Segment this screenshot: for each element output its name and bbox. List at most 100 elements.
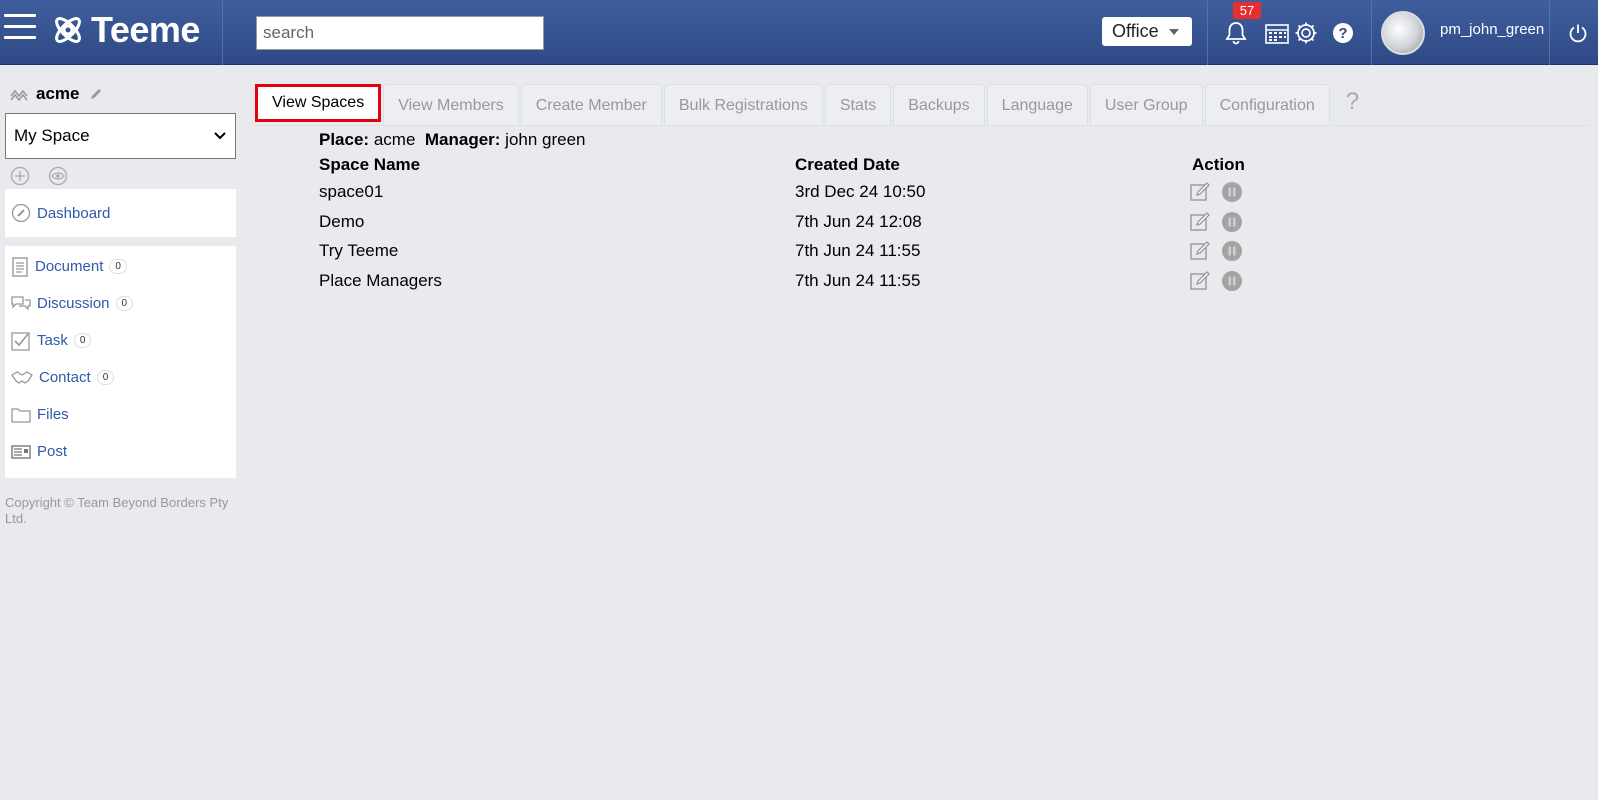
dashboard-card: Dashboard: [5, 189, 236, 237]
post-icon: [11, 444, 31, 459]
item-count: 0: [115, 296, 134, 311]
tab-backups[interactable]: Backups: [893, 84, 985, 126]
created-date-cell: 3rd Dec 24 10:50: [795, 182, 926, 201]
space-name-cell: Try Teeme: [319, 241, 399, 260]
tab-bulk-registrations[interactable]: Bulk Registrations: [663, 84, 823, 126]
dashboard-icon: [11, 203, 31, 223]
sidebar-item-document[interactable]: Document 0: [5, 248, 236, 285]
place-value: acme: [373, 130, 416, 149]
tab-user-group[interactable]: User Group: [1089, 84, 1203, 126]
place-label: Place:: [319, 130, 370, 149]
sidebar-item-label: Files: [37, 406, 69, 423]
space-name: acme: [36, 84, 80, 103]
office-dropdown[interactable]: Office: [1102, 17, 1192, 46]
pause-icon[interactable]: [1221, 211, 1243, 233]
copyright: Copyright © Team Beyond Borders Pty Ltd.: [5, 495, 229, 526]
sidebar-item-discussion[interactable]: Discussion 0: [5, 285, 236, 322]
tab-divider: [255, 125, 1590, 126]
calendar-icon[interactable]: [1264, 21, 1290, 45]
bell-icon[interactable]: [1224, 20, 1248, 46]
sidebar-nav: Document 0 Discussion 0 Task 0 Contact 0…: [5, 246, 236, 478]
caret-down-icon: [1168, 28, 1179, 35]
place-info: Place: acme Manager: john green: [319, 130, 586, 150]
space-name-cell: Place Managers: [319, 271, 442, 290]
sidebar-item-post[interactable]: Post: [5, 433, 236, 470]
space-header: acme: [10, 84, 103, 104]
notification-badge: 57: [1233, 2, 1261, 19]
edit-icon[interactable]: [1189, 270, 1211, 292]
manager-value: john green: [505, 130, 586, 149]
sidebar-item-files[interactable]: Files: [5, 396, 236, 433]
row-actions: [1189, 181, 1243, 203]
tab-stats[interactable]: Stats: [824, 84, 892, 126]
logo-text: Teeme: [91, 9, 200, 50]
edit-icon[interactable]: [1189, 211, 1211, 233]
handshake-icon: [11, 370, 33, 384]
tab-configuration[interactable]: Configuration: [1204, 84, 1330, 126]
header-divider: [1207, 0, 1208, 65]
header-divider: [1371, 0, 1372, 65]
sidebar-item-label: Post: [37, 443, 68, 460]
admin-tabs: View Spaces View Members Create Member B…: [255, 84, 1373, 126]
row-actions: [1189, 211, 1243, 233]
edit-icon[interactable]: [1189, 181, 1211, 203]
space-icon: [10, 89, 28, 101]
tab-view-spaces[interactable]: View Spaces: [255, 84, 382, 122]
tab-help-icon[interactable]: ?: [1332, 84, 1373, 120]
tab-view-members[interactable]: View Members: [383, 84, 519, 126]
sidebar-item-label: Document: [35, 258, 104, 275]
eye-icon[interactable]: [48, 166, 68, 186]
manager-label: Manager:: [424, 130, 501, 149]
pencil-icon[interactable]: [89, 87, 103, 101]
item-count: 0: [109, 259, 127, 274]
row-actions: [1189, 240, 1243, 262]
space-select[interactable]: My Space: [5, 113, 236, 159]
menu-icon[interactable]: [4, 14, 36, 44]
tab-language[interactable]: Language: [986, 84, 1088, 126]
sidebar-item-contact[interactable]: Contact 0: [5, 359, 236, 396]
office-dropdown-label: Office: [1112, 21, 1159, 41]
sidebar-item-dashboard[interactable]: Dashboard: [5, 189, 236, 237]
header-divider: [222, 0, 223, 65]
space-name-cell: Demo: [319, 212, 365, 231]
created-date-cell: 7th Jun 24 11:55: [795, 241, 921, 260]
item-count: 0: [73, 333, 92, 348]
edit-icon[interactable]: [1189, 240, 1211, 262]
created-date-cell: 7th Jun 24 12:08: [795, 212, 922, 231]
pause-icon[interactable]: [1221, 240, 1243, 262]
checkbox-icon: [11, 331, 30, 351]
search-input[interactable]: [256, 16, 544, 50]
tab-create-member[interactable]: Create Member: [520, 84, 662, 126]
item-count: 0: [96, 370, 115, 385]
sidebar-item-label: Contact: [39, 369, 91, 386]
row-actions: [1189, 270, 1243, 292]
space-select-value: My Space: [14, 126, 90, 145]
top-bar: Teeme Office 57 ? pm_john_green: [0, 0, 1598, 65]
power-icon[interactable]: [1567, 22, 1589, 44]
discussion-icon: [11, 295, 31, 311]
column-header-action: Action: [1192, 155, 1245, 174]
pause-icon[interactable]: [1221, 181, 1243, 203]
sidebar-item-label: Task: [37, 332, 68, 349]
chevron-down-icon: [214, 132, 226, 140]
svg-text:?: ?: [1338, 25, 1347, 42]
column-header-created-date: Created Date: [795, 155, 900, 174]
pause-icon[interactable]: [1221, 270, 1243, 292]
header-divider: [1549, 0, 1550, 65]
avatar[interactable]: [1381, 11, 1425, 55]
username[interactable]: pm_john_green: [1440, 21, 1544, 38]
space-name-cell: space01: [319, 182, 384, 201]
document-icon: [12, 256, 28, 277]
space-actions: [10, 166, 68, 186]
sidebar-item-label: Discussion: [37, 295, 110, 312]
gear-icon[interactable]: [1293, 20, 1319, 46]
column-header-space-name: Space Name: [319, 155, 421, 174]
add-circle-icon[interactable]: [10, 166, 30, 186]
sidebar-item-label: Dashboard: [37, 204, 111, 222]
help-icon[interactable]: ?: [1332, 22, 1354, 44]
app-logo[interactable]: Teeme: [51, 9, 200, 50]
folder-icon: [11, 407, 31, 423]
sidebar-item-task[interactable]: Task 0: [5, 322, 236, 359]
created-date-cell: 7th Jun 24 11:55: [795, 271, 921, 290]
teeme-logo-icon: [55, 17, 81, 43]
